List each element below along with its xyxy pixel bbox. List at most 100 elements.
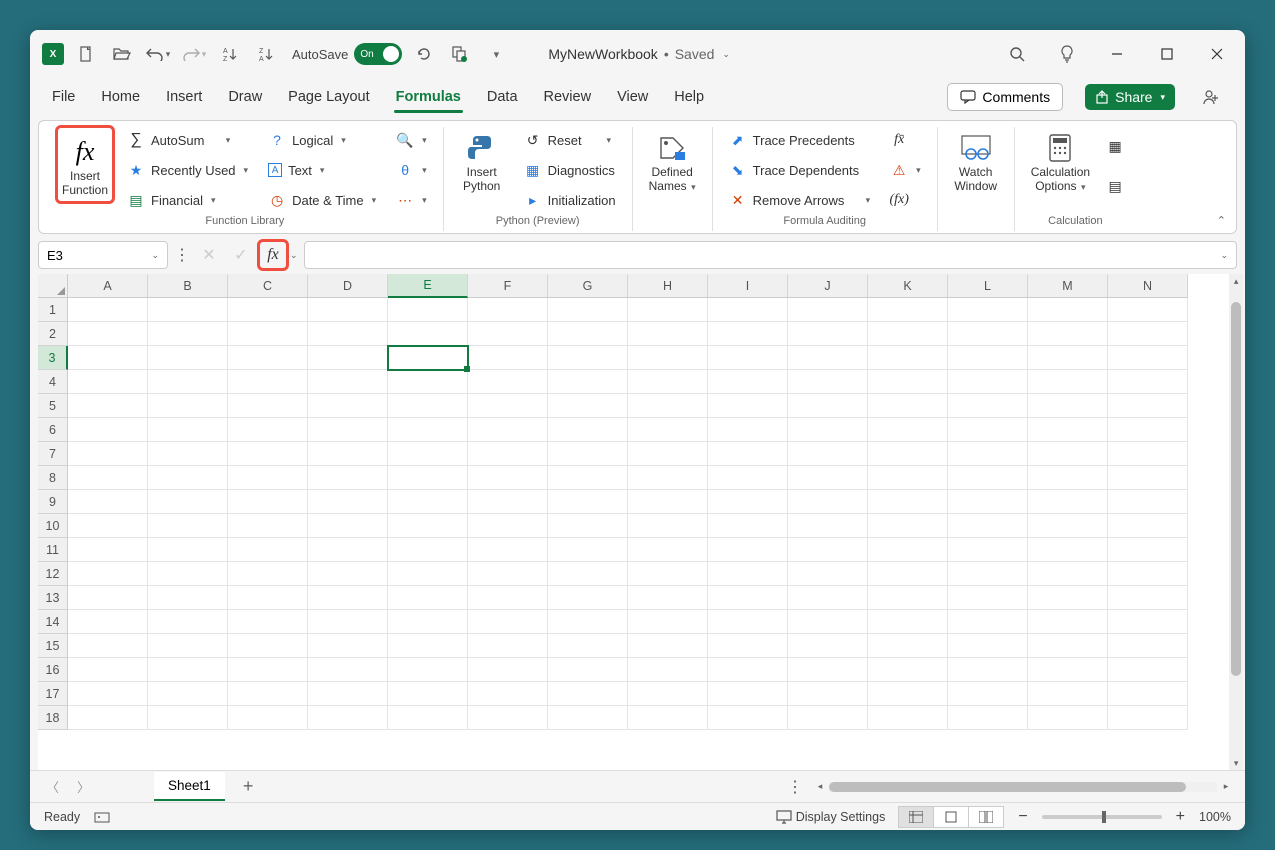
column-header-E[interactable]: E xyxy=(388,274,468,298)
cell-B7[interactable] xyxy=(148,442,228,466)
watch-window-button[interactable]: WatchWindow xyxy=(948,127,1004,198)
row-header-17[interactable]: 17 xyxy=(38,682,68,706)
cell-L8[interactable] xyxy=(948,466,1028,490)
cell-F17[interactable] xyxy=(468,682,548,706)
cell-F9[interactable] xyxy=(468,490,548,514)
minimize-button[interactable] xyxy=(1101,38,1133,70)
show-formulas-button[interactable]: fx̄ xyxy=(884,127,927,153)
cell-K9[interactable] xyxy=(868,490,948,514)
cell-L7[interactable] xyxy=(948,442,1028,466)
cell-F14[interactable] xyxy=(468,610,548,634)
cell-J17[interactable] xyxy=(788,682,868,706)
cell-I5[interactable] xyxy=(708,394,788,418)
cell-A17[interactable] xyxy=(68,682,148,706)
cell-D17[interactable] xyxy=(308,682,388,706)
cell-A8[interactable] xyxy=(68,466,148,490)
horizontal-scrollbar[interactable]: ◂ ▸ xyxy=(813,780,1233,794)
cell-D5[interactable] xyxy=(308,394,388,418)
refresh-icon[interactable] xyxy=(410,40,438,68)
cell-J4[interactable] xyxy=(788,370,868,394)
cell-E15[interactable] xyxy=(388,634,468,658)
undo-button[interactable]: ▾ xyxy=(144,40,172,68)
cell-J1[interactable] xyxy=(788,298,868,322)
column-header-A[interactable]: A xyxy=(68,274,148,298)
row-header-2[interactable]: 2 xyxy=(38,322,68,346)
cell-H9[interactable] xyxy=(628,490,708,514)
cell-A1[interactable] xyxy=(68,298,148,322)
cell-A6[interactable] xyxy=(68,418,148,442)
cell-K4[interactable] xyxy=(868,370,948,394)
cell-C13[interactable] xyxy=(228,586,308,610)
cell-N8[interactable] xyxy=(1108,466,1188,490)
cell-D14[interactable] xyxy=(308,610,388,634)
column-header-N[interactable]: N xyxy=(1108,274,1188,298)
column-header-K[interactable]: K xyxy=(868,274,948,298)
cell-I10[interactable] xyxy=(708,514,788,538)
autosave-toggle[interactable]: AutoSave On xyxy=(292,43,402,65)
cell-A3[interactable] xyxy=(68,346,148,370)
cell-C8[interactable] xyxy=(228,466,308,490)
cell-N1[interactable] xyxy=(1108,298,1188,322)
comments-button[interactable]: Comments xyxy=(947,83,1063,111)
row-header-9[interactable]: 9 xyxy=(38,490,68,514)
cell-L11[interactable] xyxy=(948,538,1028,562)
new-file-icon[interactable] xyxy=(72,40,100,68)
cell-M8[interactable] xyxy=(1028,466,1108,490)
cell-H11[interactable] xyxy=(628,538,708,562)
cell-K5[interactable] xyxy=(868,394,948,418)
cell-G17[interactable] xyxy=(548,682,628,706)
cell-M16[interactable] xyxy=(1028,658,1108,682)
cell-N16[interactable] xyxy=(1108,658,1188,682)
cell-M4[interactable] xyxy=(1028,370,1108,394)
cell-N17[interactable] xyxy=(1108,682,1188,706)
chevron-down-icon[interactable]: ⌄ xyxy=(722,49,730,60)
cell-M12[interactable] xyxy=(1028,562,1108,586)
accessibility-icon[interactable] xyxy=(94,810,110,824)
cell-B9[interactable] xyxy=(148,490,228,514)
cell-F4[interactable] xyxy=(468,370,548,394)
diagnostics-button[interactable]: ▦Diagnostics xyxy=(518,157,622,183)
cell-D6[interactable] xyxy=(308,418,388,442)
cell-I4[interactable] xyxy=(708,370,788,394)
column-header-B[interactable]: B xyxy=(148,274,228,298)
cell-G15[interactable] xyxy=(548,634,628,658)
cell-E17[interactable] xyxy=(388,682,468,706)
cell-C9[interactable] xyxy=(228,490,308,514)
cell-J5[interactable] xyxy=(788,394,868,418)
cell-B11[interactable] xyxy=(148,538,228,562)
evaluate-formula-button[interactable]: (fx) xyxy=(884,187,927,213)
cell-F8[interactable] xyxy=(468,466,548,490)
cell-D2[interactable] xyxy=(308,322,388,346)
cell-J7[interactable] xyxy=(788,442,868,466)
calculation-options-button[interactable]: CalculationOptions ▾ xyxy=(1025,127,1096,198)
zoom-knob[interactable] xyxy=(1102,811,1106,823)
cell-I3[interactable] xyxy=(708,346,788,370)
cell-N10[interactable] xyxy=(1108,514,1188,538)
cell-I6[interactable] xyxy=(708,418,788,442)
cell-E10[interactable] xyxy=(388,514,468,538)
tab-data[interactable]: Data xyxy=(485,83,520,111)
cell-K11[interactable] xyxy=(868,538,948,562)
cell-J10[interactable] xyxy=(788,514,868,538)
row-header-5[interactable]: 5 xyxy=(38,394,68,418)
cell-J6[interactable] xyxy=(788,418,868,442)
cell-I8[interactable] xyxy=(708,466,788,490)
cell-G10[interactable] xyxy=(548,514,628,538)
chevron-down-icon[interactable]: ⌄ xyxy=(151,250,159,261)
cell-K2[interactable] xyxy=(868,322,948,346)
scroll-left-icon[interactable]: ◂ xyxy=(813,781,827,792)
cell-E12[interactable] xyxy=(388,562,468,586)
tab-draw[interactable]: Draw xyxy=(226,83,264,111)
cell-B18[interactable] xyxy=(148,706,228,730)
cell-F3[interactable] xyxy=(468,346,548,370)
cell-N15[interactable] xyxy=(1108,634,1188,658)
cell-D9[interactable] xyxy=(308,490,388,514)
column-header-M[interactable]: M xyxy=(1028,274,1108,298)
cell-A15[interactable] xyxy=(68,634,148,658)
cell-C2[interactable] xyxy=(228,322,308,346)
cell-L6[interactable] xyxy=(948,418,1028,442)
cell-B15[interactable] xyxy=(148,634,228,658)
sort-desc-icon[interactable]: ZA xyxy=(252,40,280,68)
cell-M14[interactable] xyxy=(1028,610,1108,634)
cell-D16[interactable] xyxy=(308,658,388,682)
